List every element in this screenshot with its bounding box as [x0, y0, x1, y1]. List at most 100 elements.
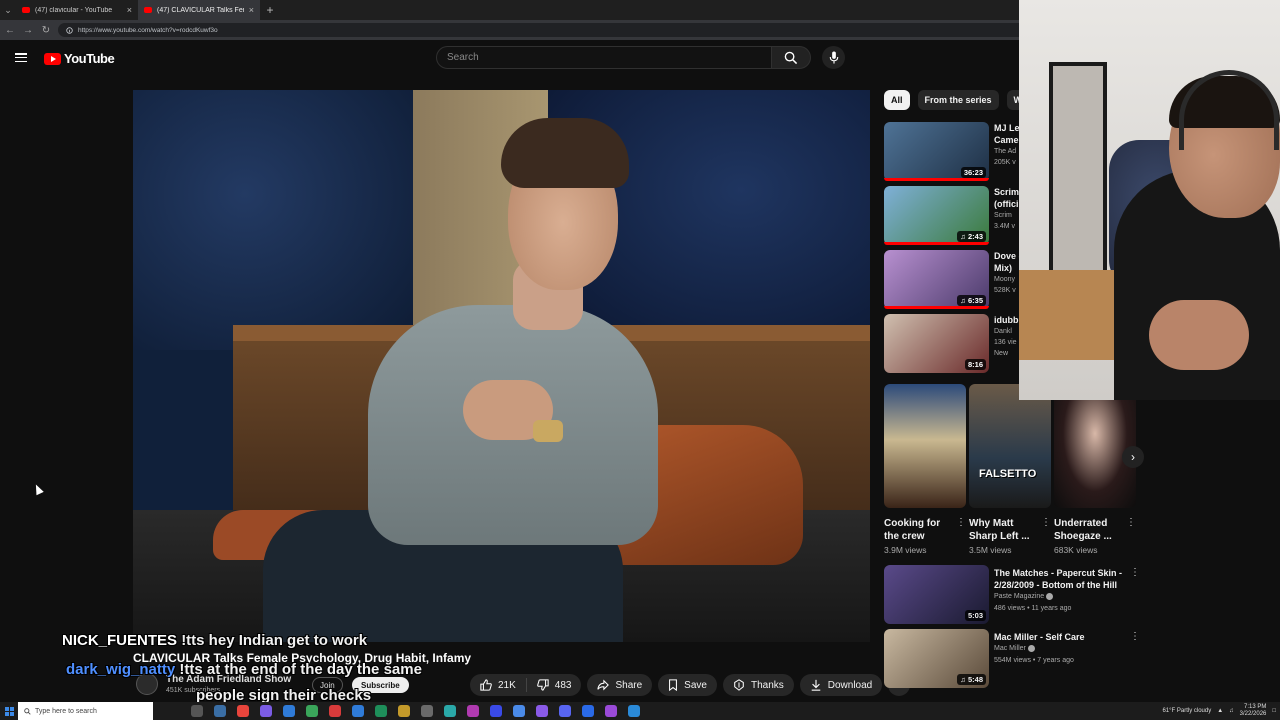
search-input[interactable]: Search [436, 46, 772, 69]
logo-text: YouTube [64, 51, 115, 66]
video-thumbnail[interactable]: ♫ 6:35 [884, 250, 989, 309]
short-item[interactable]: Underrated Shoegaze ... 683K views ⋮ [1054, 384, 1136, 555]
dislike-button[interactable]: 483 [527, 674, 582, 696]
video-thumbnail[interactable]: 8:16 [884, 314, 989, 373]
app-icon[interactable] [283, 705, 295, 717]
share-label: Share [615, 679, 643, 691]
recommendation-item[interactable]: 36:23 MJ Le Camer The Ad 205K v [884, 122, 1022, 186]
verified-icon [1046, 592, 1054, 600]
more-vertical-icon[interactable]: ⋮ [1130, 631, 1140, 642]
dislike-count: 483 [554, 679, 572, 691]
short-views: 3.9M views [884, 545, 927, 555]
search-button[interactable] [771, 46, 811, 69]
recommendation-item[interactable]: ♫ 2:43 Scrim (offici Scrim 3.4M v [884, 186, 1020, 250]
clock-time: 7:13 PM [1244, 704, 1267, 710]
app-icon[interactable] [421, 705, 433, 717]
voice-search-button[interactable] [822, 46, 845, 69]
save-button[interactable]: Save [658, 674, 717, 696]
video-thumbnail[interactable]: ♫ 5:48 [884, 629, 989, 688]
app-icon[interactable] [490, 705, 502, 717]
browser-tab-1[interactable]: (47) clavicular - YouTube × [16, 0, 138, 20]
more-vertical-icon[interactable]: ⋮ [1126, 517, 1136, 528]
app-icon[interactable] [628, 705, 640, 717]
menu-icon[interactable] [15, 53, 27, 62]
short-thumbnail[interactable]: FALSETTO [969, 384, 1051, 508]
thanks-label: Thanks [750, 679, 784, 691]
recommendation-item[interactable]: ♫ 5:48 Mac Miller - Self Care Mac Miller… [884, 629, 1140, 693]
close-tab-icon[interactable]: × [127, 5, 132, 15]
notification-icon[interactable]: □ [1272, 708, 1276, 714]
chat-message: !tts hey Indian get to work [181, 632, 368, 649]
recommendation-info: Mac Miller - Self Care Mac Miller 554M v… [994, 631, 1126, 667]
forward-icon[interactable]: → [22, 25, 34, 36]
app-icon[interactable] [559, 705, 571, 717]
new-tab-button[interactable]: + [260, 3, 280, 17]
app-icon[interactable] [513, 705, 525, 717]
app-icon[interactable] [398, 705, 410, 717]
app-icon[interactable] [352, 705, 364, 717]
shorts-next-button[interactable]: › [1122, 446, 1144, 468]
share-button[interactable]: Share [587, 674, 653, 696]
volume-icon[interactable]: ♫ [1229, 708, 1234, 714]
video-frame-background [133, 90, 413, 350]
thanks-button[interactable]: Thanks [722, 674, 794, 696]
chat-username: dark_wig_natty [66, 661, 176, 678]
clock-date: 3/22/2026 [1239, 711, 1267, 717]
recommendation-item[interactable]: ♫ 6:35 Dove ( Mix) Moony 528K v [884, 250, 1022, 314]
duration-text: 2:43 [967, 232, 983, 241]
duration-badge: ♫ 2:43 [957, 231, 986, 242]
thumbs-down-icon [536, 679, 549, 691]
taskbar-clock[interactable]: 7:13 PM 3/22/2026 [1240, 704, 1267, 718]
address-bar[interactable]: https://www.youtube.com/watch?v=rodcdKuw… [58, 23, 1036, 37]
app-icon[interactable] [536, 705, 548, 717]
app-icon[interactable] [582, 705, 594, 717]
app-icon[interactable] [260, 705, 272, 717]
like-button[interactable]: 21K [470, 674, 526, 696]
recommendation-item[interactable]: 8:16 idubb Dankl 136 vie New [884, 314, 1020, 378]
app-icon[interactable] [214, 705, 226, 717]
recommendation-filter-chips: All From the series Wat [884, 90, 1037, 110]
more-vertical-icon[interactable]: ⋮ [1041, 517, 1051, 528]
taskbar-search-placeholder: Type here to search [35, 707, 97, 715]
close-tab-icon[interactable]: × [249, 5, 254, 15]
app-icon[interactable] [237, 705, 249, 717]
short-thumbnail[interactable] [884, 384, 966, 508]
recommendation-item[interactable]: 5:03 The Matches - Papercut Skin - 2/28/… [884, 565, 1140, 629]
duration-text: 5:48 [967, 675, 983, 684]
recommendation-title: The Matches - Papercut Skin - 2/28/2009 … [994, 568, 1123, 590]
duration-badge: 8:16 [964, 359, 986, 370]
reload-icon[interactable]: ↻ [40, 25, 52, 36]
short-item[interactable]: Cooking for the crew 3.9M views ⋮ [884, 384, 966, 555]
app-icon[interactable] [306, 705, 318, 717]
taskbar-search-input[interactable]: Type here to search [18, 702, 153, 720]
screen: ⌄ (47) clavicular - YouTube × (47) CLAVI… [0, 0, 1280, 720]
youtube-logo[interactable]: YouTube [44, 51, 115, 66]
app-icon[interactable] [375, 705, 387, 717]
windows-start-icon[interactable] [0, 702, 18, 720]
chip-all[interactable]: All [884, 90, 910, 110]
video-thumbnail[interactable]: 36:23 [884, 122, 989, 181]
video-thumbnail[interactable]: ♫ 2:43 [884, 186, 989, 245]
network-icon[interactable]: ▲ [1217, 708, 1223, 714]
weather-widget[interactable]: 61°F Partly cloudy [1162, 708, 1211, 714]
watch-progress-bar [884, 178, 989, 181]
task-view-icon[interactable] [191, 705, 203, 717]
taskbar-apps [153, 705, 640, 717]
chip-from-the-series[interactable]: From the series [917, 90, 999, 110]
app-icon[interactable] [467, 705, 479, 717]
more-vertical-icon[interactable]: ⋮ [956, 517, 966, 528]
video-player[interactable] [133, 90, 870, 642]
app-icon[interactable] [605, 705, 617, 717]
tab-search-icon[interactable]: ⌄ [0, 0, 16, 20]
app-icon[interactable] [444, 705, 456, 717]
webcam-overlay [1019, 0, 1280, 400]
download-button[interactable]: Download [799, 674, 883, 696]
site-info-icon[interactable] [66, 26, 73, 34]
short-item[interactable]: FALSETTO Why Matt Sharp Left ... 3.5M vi… [969, 384, 1051, 555]
app-icon[interactable] [329, 705, 341, 717]
browser-tab-2[interactable]: (47) CLAVICULAR Talks Female Ps... × [138, 0, 260, 20]
video-thumbnail[interactable]: 5:03 [884, 565, 989, 624]
short-thumbnail[interactable] [1054, 384, 1136, 508]
back-icon[interactable]: ← [4, 25, 16, 36]
more-vertical-icon[interactable]: ⋮ [1130, 567, 1140, 578]
